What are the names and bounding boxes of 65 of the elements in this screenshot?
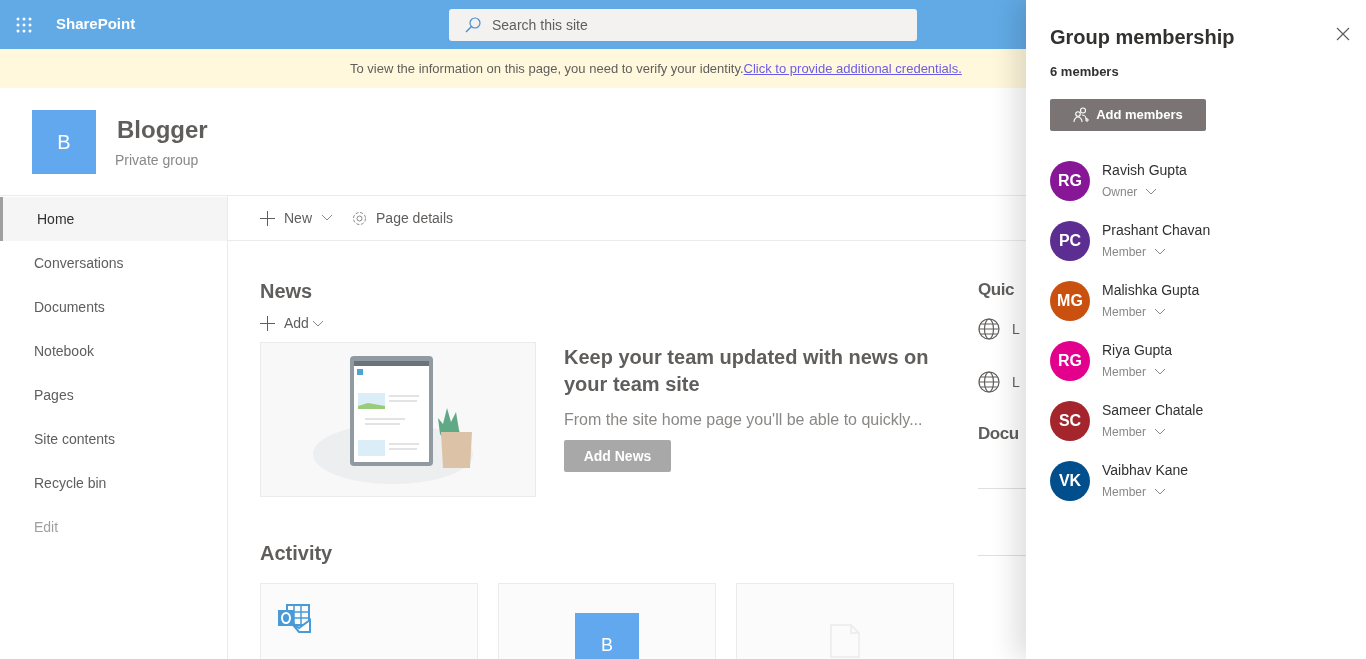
quick-links-heading: Quic (978, 279, 1015, 301)
member-avatar: RG (1050, 160, 1090, 201)
quick-link[interactable]: L (1012, 318, 1020, 340)
credentials-link[interactable]: Click to provide additional credentials. (743, 58, 962, 79)
member-avatar: PC (1050, 220, 1090, 261)
chevron-down-icon (1154, 248, 1166, 256)
member-name: Vaibhav Kane (1102, 461, 1189, 480)
outlook-mail-icon (277, 604, 311, 634)
member-count: 6 members (1050, 63, 1120, 81)
nav-item[interactable]: Site contents (0, 417, 227, 461)
role-dropdown[interactable]: Member (1102, 303, 1200, 321)
chevron-down-icon (321, 214, 333, 222)
globe-icon (978, 318, 1000, 340)
new-button[interactable]: New (260, 207, 333, 229)
site-logo: B (32, 109, 96, 174)
member-name: Prashant Chavan (1102, 221, 1211, 240)
site-subtitle: Private group (115, 151, 200, 170)
member-avatar: RG (1050, 340, 1090, 381)
notice-text: To view the information on this page, you need to verify your identity. (350, 59, 744, 78)
member-name: Riya Gupta (1102, 341, 1173, 360)
chevron-down-icon (1145, 188, 1158, 196)
role-dropdown[interactable]: Member (1102, 483, 1189, 501)
page-details-button[interactable]: Page details (351, 207, 454, 229)
member-avatar: MG (1050, 280, 1090, 321)
add-members-button[interactable]: Add members (1050, 98, 1206, 131)
nav-item[interactable]: Home (0, 197, 227, 241)
nav-item[interactable]: Recycle bin (0, 461, 227, 505)
nav-item[interactable]: Conversations (0, 241, 227, 285)
activity-heading: Activity (260, 541, 334, 566)
panel-title: Group membership (1050, 25, 1235, 50)
search-icon (465, 17, 481, 33)
search-field[interactable]: Search this site (449, 9, 917, 41)
close-icon[interactable] (1336, 27, 1350, 41)
quick-link[interactable]: L (1012, 371, 1020, 393)
member-avatar: VK (1050, 460, 1090, 501)
chevron-down-icon (1154, 368, 1166, 376)
chevron-down-icon (311, 319, 324, 328)
nav-item[interactable]: Documents (0, 285, 227, 329)
plus-icon (260, 316, 275, 331)
role-dropdown[interactable]: Member (1102, 243, 1211, 261)
site-title: Blogger (117, 115, 208, 145)
role-dropdown[interactable]: Member (1102, 423, 1204, 441)
member-name: Malishka Gupta (1102, 281, 1200, 300)
role-dropdown[interactable]: Owner (1102, 183, 1187, 201)
app-launcher-icon[interactable] (16, 16, 32, 33)
gear-icon (351, 209, 368, 227)
chevron-down-icon (1154, 428, 1166, 436)
member-name: Sameer Chatale (1102, 401, 1204, 420)
chevron-down-icon (1154, 308, 1166, 316)
nav-item[interactable]: Pages (0, 373, 227, 417)
add-people-icon (1073, 106, 1091, 123)
role-dropdown[interactable]: Member (1102, 363, 1173, 381)
chevron-down-icon (1154, 488, 1166, 496)
plus-icon (260, 210, 275, 226)
nav-item[interactable]: Notebook (0, 329, 227, 373)
site-logo: B (575, 613, 639, 659)
documents-heading: Docu (978, 422, 1019, 445)
globe-icon (978, 371, 1000, 393)
member-avatar: SC (1050, 400, 1090, 441)
news-headline: Keep your team updated with news on your team site (564, 345, 930, 397)
member-name: Ravish Gupta (1102, 161, 1187, 180)
add-news-menu[interactable]: Add (260, 313, 324, 334)
news-heading: News (260, 279, 314, 304)
news-summary: From the site home page you'll be able to quickly... (564, 410, 924, 430)
activity-card[interactable] (260, 583, 478, 659)
